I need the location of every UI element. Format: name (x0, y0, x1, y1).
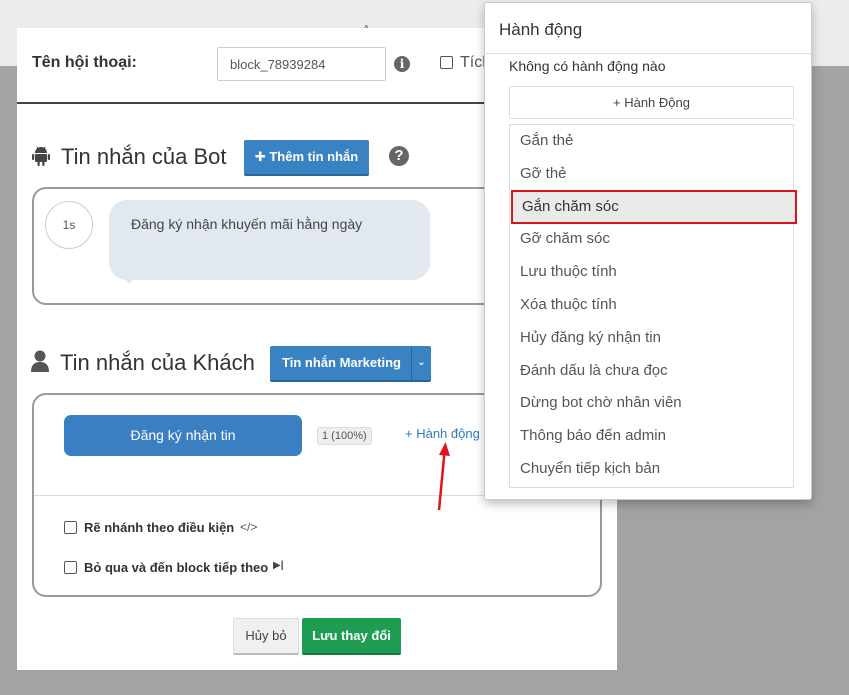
branch-condition-label: Rẽ nhánh theo điều kiện (84, 520, 235, 535)
bot-section-title: Tin nhắn của Bot (61, 144, 227, 169)
quick-reply-button[interactable]: Đăng ký nhận tin (64, 415, 302, 456)
action-item-tag[interactable]: Gắn thẻ (510, 125, 793, 158)
action-item-pause-bot[interactable]: Dừng bot chờ nhân viên (510, 387, 793, 420)
help-circle-icon[interactable]: ? (389, 146, 409, 166)
add-message-button[interactable]: ✚ Thêm tin nhắn (244, 140, 369, 176)
action-item-assign-care[interactable]: Gắn chăm sóc (511, 189, 797, 225)
skip-forward-icon: ▶| (273, 560, 284, 571)
add-message-label: Thêm tin nhắn (269, 149, 359, 164)
action-item-unassign-care[interactable]: Gỡ chăm sóc (510, 223, 793, 256)
action-list: Gắn thẻ Gỡ thẻ Gắn chăm sóc Gỡ chăm sóc … (509, 124, 797, 488)
dropdown-separator (485, 53, 811, 54)
info-circle-icon[interactable]: i (394, 56, 410, 72)
cancel-button[interactable]: Hủy bỏ (233, 618, 299, 655)
add-action-button[interactable]: + Hành Động (509, 86, 794, 119)
user-section-title: Tin nhắn của Khách (60, 350, 255, 375)
bot-message-bubble[interactable]: Đăng ký nhận khuyến mãi hằng ngày (109, 200, 430, 280)
add-action-link[interactable]: + Hành động (405, 426, 480, 441)
no-actions-text: Không có hành động nào (509, 58, 666, 74)
skip-block-checkbox[interactable] (64, 561, 77, 574)
dropdown-title: Hành động (499, 20, 583, 39)
branch-condition-checkbox[interactable] (64, 521, 77, 534)
message-type-select[interactable]: Tin nhắn Marketing ⌄ (270, 346, 431, 382)
code-icon: </> (240, 520, 258, 534)
action-item-delete-attribute[interactable]: Xóa thuộc tính (510, 289, 793, 322)
reply-count-badge: 1 (100%) (317, 427, 372, 445)
action-item-redirect-script[interactable]: Chuyển tiếp kịch bản (510, 453, 793, 486)
chevron-down-icon: ⌄ (411, 346, 431, 380)
action-dropdown: Hành động Không có hành động nào + Hành … (484, 2, 812, 500)
action-item-mark-unread[interactable]: Đánh dấu là chưa đọc (510, 355, 793, 388)
message-delay[interactable]: 1s (45, 201, 93, 249)
bot-message-text: Đăng ký nhận khuyến mãi hằng ngày (131, 216, 363, 232)
action-item-save-attribute[interactable]: Lưu thuộc tính (510, 256, 793, 289)
annotation-arrow (437, 442, 450, 511)
bubble-tail (121, 275, 137, 284)
save-button[interactable]: Lưu thay đổi (302, 618, 401, 655)
tich-checkbox[interactable] (440, 56, 453, 69)
action-item-untag[interactable]: Gỡ thẻ (510, 158, 793, 191)
plus-icon: ✚ (254, 149, 266, 164)
message-type-label: Tin nhắn Marketing (282, 355, 401, 370)
skip-block-label: Bỏ qua và đến block tiếp theo (84, 560, 269, 575)
action-item-unsubscribe[interactable]: Hủy đăng ký nhận tin (510, 322, 793, 355)
block-name-input[interactable] (217, 47, 386, 81)
android-icon (32, 146, 50, 166)
action-item-notify-admin[interactable]: Thông báo đến admin (510, 420, 793, 453)
user-icon (31, 350, 49, 372)
block-name-label: Tên hội thoại: (32, 54, 137, 71)
